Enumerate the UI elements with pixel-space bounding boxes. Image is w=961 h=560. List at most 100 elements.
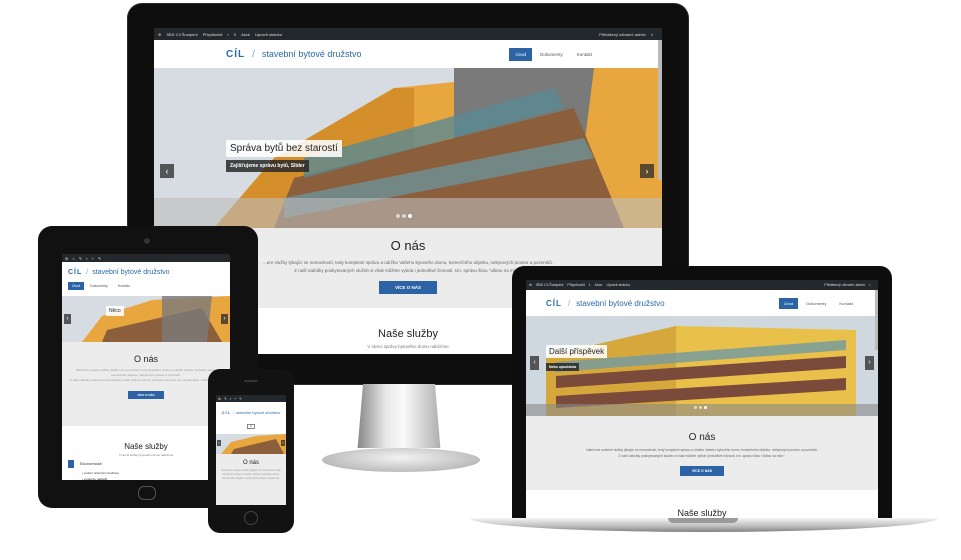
nav-item-dokumenty[interactable]: Dokumenty [86, 282, 112, 290]
more-about-button[interactable]: VÍCE O NÁS [378, 281, 437, 294]
slider-dot[interactable] [402, 214, 406, 218]
admin-bar-site-link[interactable]: SBD Cíl Šumperk [536, 283, 563, 287]
slider-dot[interactable] [694, 406, 697, 409]
admin-bar-edit-link[interactable]: Upravit stránku [606, 283, 630, 287]
admin-bar-new-link[interactable]: Akce [595, 283, 603, 287]
slider-dot-active[interactable] [704, 406, 707, 409]
services-heading: Naše služby [124, 442, 168, 451]
admin-bar-user[interactable]: Přihlášený uživatel: admin [599, 32, 645, 37]
nav-item-uvod[interactable]: Úvod [778, 297, 799, 309]
laptop-screen: ⊕ SBD Cíl Šumperk Přizpůsobit 1 Akce Upr… [526, 280, 878, 518]
slider-dot-active[interactable] [408, 214, 412, 218]
nav-item-kontakt[interactable]: Kontakt [114, 282, 134, 290]
more-about-button[interactable]: VÍCE O NÁS [679, 466, 725, 476]
slider-next-button[interactable]: › [865, 356, 874, 370]
logo-separator: / [252, 48, 255, 60]
tablet-camera [144, 238, 150, 244]
search-icon[interactable]: ⌕ [869, 283, 871, 287]
hero-slider: Něco ‹ › [62, 296, 230, 342]
slide-caption-title: Další příspěvek [546, 345, 608, 358]
about-text-line2: Z naší nabídky poskytovaných služeb si v… [618, 454, 786, 458]
laptop-device: ⊕ SBD Cíl Šumperk Přizpůsobit 1 Akce Upr… [512, 266, 892, 518]
comments-icon[interactable]: ▪ [228, 32, 229, 37]
wordpress-icon[interactable]: ⊕ [529, 283, 532, 287]
wordpress-icon[interactable]: ⊕ [218, 397, 221, 401]
nav-item-dokumenty[interactable]: Dokumenty [534, 48, 569, 61]
site-logo[interactable]: CÍL [226, 49, 245, 60]
nav-item-kontakt[interactable]: Kontakt [834, 298, 858, 309]
site-header: CÍL / stavební bytové družstvo Úvod Doku… [526, 290, 878, 316]
wordpress-icon[interactable]: ⊕ [158, 32, 161, 37]
comments-icon[interactable]: ▪ [230, 397, 231, 401]
nav-item-uvod[interactable]: Úvod [509, 47, 532, 61]
menu-toggle-button[interactable]: ≡ [247, 424, 255, 429]
comments-icon[interactable]: ▪ [86, 256, 87, 261]
nav-item-dokumenty[interactable]: Dokumenty [801, 298, 831, 309]
main-nav: Úvod Dokumenty Kontakt [68, 282, 136, 290]
main-nav: Úvod Dokumenty Kontakt [507, 47, 598, 61]
monitor-stand-neck [357, 384, 441, 448]
services-section: Naše služby V rámci správy bytového domu… [62, 426, 230, 480]
slider-prev-button[interactable]: ‹ [64, 314, 71, 324]
site-title[interactable]: stavební bytové družstvo [92, 269, 169, 276]
slider-prev-button[interactable]: ‹ [217, 440, 221, 446]
admin-bar-edit-link[interactable]: Upravit stránku [255, 32, 282, 37]
admin-bar-new-link[interactable]: Akce [241, 32, 250, 37]
slider-next-button[interactable]: › [281, 440, 285, 446]
site-title[interactable]: stavební bytové družstvo [262, 49, 362, 59]
slide-caption-subtitle: Zajišťujeme správu bytů, Slider [226, 160, 309, 172]
phone-speaker [244, 380, 258, 382]
site-header: CÍL / stavební bytové družstvo [62, 262, 230, 282]
site-title[interactable]: stavební bytové družstvo [236, 410, 280, 415]
site-logo[interactable]: CÍL [222, 410, 231, 415]
admin-bar-customize-link[interactable]: Přizpůsobit [567, 283, 584, 287]
admin-bar-site-link[interactable]: SBD Cíl Šumperk [166, 32, 197, 37]
edit-icon[interactable]: ✎ [239, 397, 242, 401]
brush-icon[interactable]: ✎ [79, 256, 82, 261]
building-photo [216, 434, 286, 454]
slider-prev-button[interactable]: ‹ [530, 356, 539, 370]
plus-icon[interactable]: + [234, 397, 236, 401]
tablet-home-button[interactable] [138, 486, 156, 500]
list-item: • evidence nákladů [82, 477, 108, 480]
admin-bar-updates-count[interactable]: 1 [589, 283, 591, 287]
admin-bar-customize-link[interactable]: Přizpůsobit [203, 32, 223, 37]
slider-next-button[interactable]: › [221, 314, 228, 324]
admin-bar-user[interactable]: Přihlášený uživatel: admin [824, 283, 865, 287]
site-title[interactable]: stavební bytové družstvo [576, 299, 665, 308]
scrollbar[interactable] [875, 290, 878, 350]
tablet-screen: ⊕ ⌂ ✎ ▪ + ✎ CÍL / stavební bytové družst… [62, 254, 230, 480]
home-icon[interactable]: ⌂ [72, 256, 74, 261]
more-about-button[interactable]: VÍCE O NÁS [128, 391, 164, 399]
slider-dot[interactable] [396, 214, 400, 218]
edit-icon[interactable]: ✎ [98, 256, 101, 261]
scrollbar[interactable] [658, 40, 662, 180]
phone-home-button[interactable] [244, 511, 258, 525]
brush-icon[interactable]: ✎ [224, 397, 227, 401]
slider-next-button[interactable]: › [640, 164, 654, 178]
admin-bar-right: Přihlášený uživatel: admin ⌕ [599, 32, 658, 37]
about-text-line2: Z naší nabídky poskytovaných služeb si v… [70, 378, 222, 382]
about-heading: O nás [133, 354, 158, 364]
logo-separator: / [567, 298, 571, 308]
slide-caption-subtitle: Nebo upoutávka [546, 363, 580, 371]
slider-dots [694, 406, 709, 409]
services-subtitle: V rámci správy bytového domu nabízíme [118, 453, 174, 457]
laptop-notch [668, 518, 738, 523]
document-icon [68, 460, 74, 468]
slider-dot[interactable] [699, 406, 702, 409]
plus-icon[interactable]: + [92, 256, 94, 261]
slider-dots [396, 214, 414, 218]
search-icon[interactable]: ⌕ [651, 32, 653, 37]
logo-separator: / [233, 409, 235, 415]
nav-item-kontakt[interactable]: Kontakt [571, 48, 598, 61]
admin-bar-left: ⊕ ⌂ ✎ ▪ + ✎ [65, 256, 105, 261]
main-nav: Úvod Dokumenty Kontakt [776, 297, 858, 309]
nav-item-uvod[interactable]: Úvod [68, 282, 85, 290]
slider-prev-button[interactable]: ‹ [160, 164, 174, 178]
monitor-stand-base [322, 448, 480, 472]
site-logo[interactable]: CÍL [68, 269, 82, 276]
wordpress-icon[interactable]: ⊕ [65, 256, 68, 261]
services-section: Naše služby [526, 490, 878, 518]
site-logo[interactable]: CÍL [546, 299, 562, 308]
